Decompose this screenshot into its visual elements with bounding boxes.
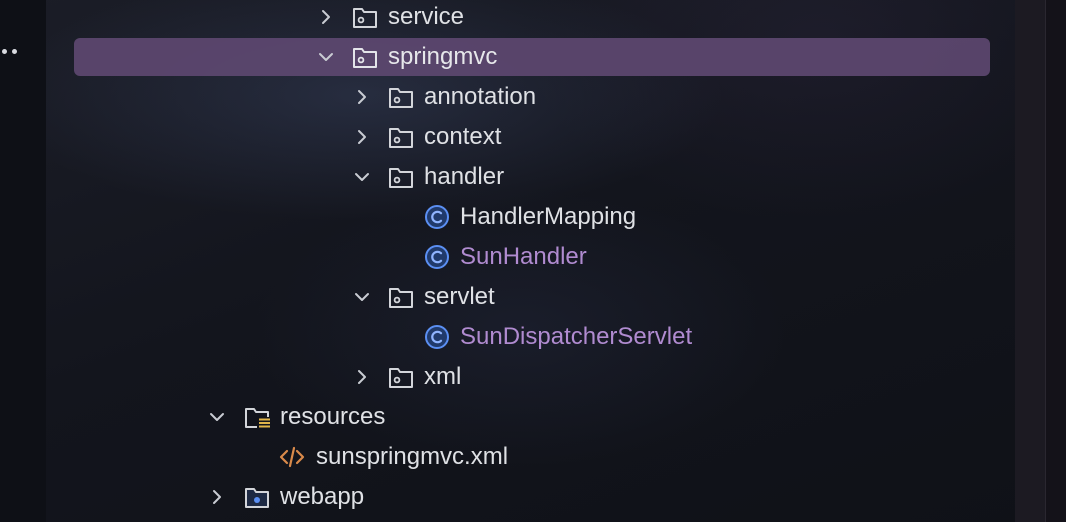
tree-row-service[interactable]: service [0, 0, 1000, 37]
tree-row-springmvc[interactable]: springmvc [0, 37, 1000, 77]
chevron-right-icon[interactable] [352, 127, 372, 147]
chevron-down-icon[interactable] [207, 407, 227, 427]
chevron-down-icon[interactable] [352, 167, 372, 187]
right-scroll-edge[interactable] [1045, 0, 1066, 522]
class-icon [425, 245, 449, 269]
tree-row-label: context [424, 123, 502, 150]
chevron-right-icon[interactable] [352, 367, 372, 387]
tree-row-sundispatcherservlet[interactable]: SunDispatcherServlet [0, 317, 1000, 357]
resources-folder-icon [245, 408, 270, 429]
tree-row-annotation[interactable]: annotation [0, 77, 1000, 117]
right-side-panel [1015, 0, 1045, 522]
tree-row-label: sunspringmvc.xml [316, 443, 509, 470]
folder-icon [389, 168, 413, 188]
tree-row-label: springmvc [388, 43, 498, 70]
tree-row-label: webapp [280, 483, 365, 510]
folder-icon [389, 368, 413, 388]
folder-icon [389, 288, 413, 308]
tree-row-label: HandlerMapping [460, 203, 637, 230]
tree-row-label: SunHandler [460, 243, 587, 270]
tree-row-label: xml [424, 363, 462, 390]
chevron-right-icon[interactable] [352, 87, 372, 107]
tree-row-label: servlet [424, 283, 495, 310]
tree-row-sunspringmvc-xml[interactable]: sunspringmvc.xml [0, 437, 1000, 477]
tree-row-handlermapping[interactable]: HandlerMapping [0, 197, 1000, 237]
class-icon [425, 325, 449, 349]
tree-row-resources[interactable]: resources [0, 397, 1000, 437]
folder-icon [353, 8, 377, 28]
chevron-right-icon[interactable] [316, 7, 336, 27]
tree-row-xml[interactable]: xml [0, 357, 1000, 397]
tree-row-context[interactable]: context [0, 117, 1000, 157]
web-folder-icon [245, 488, 269, 508]
class-icon [425, 205, 449, 229]
chevron-down-icon[interactable] [316, 47, 336, 67]
tree-row-sunhandler[interactable]: SunHandler [0, 237, 1000, 277]
tree-row-label: resources [280, 403, 386, 430]
folder-icon [389, 128, 413, 148]
folder-icon [389, 88, 413, 108]
tree-row-label: service [388, 3, 465, 30]
chevron-down-icon[interactable] [352, 287, 372, 307]
tree-row-label: annotation [424, 83, 537, 110]
tree-row-label: SunDispatcherServlet [460, 323, 693, 350]
tree-row-webapp[interactable]: webapp [0, 477, 1000, 517]
tree-row-servlet[interactable]: servlet [0, 277, 1000, 317]
xml-file-icon [279, 446, 305, 468]
tree-row-handler[interactable]: handler [0, 157, 1000, 197]
folder-icon [353, 48, 377, 68]
chevron-right-icon[interactable] [207, 487, 227, 507]
tree-row-label: handler [424, 163, 505, 190]
project-tree: service springmvc annotation context han… [0, 0, 1010, 522]
